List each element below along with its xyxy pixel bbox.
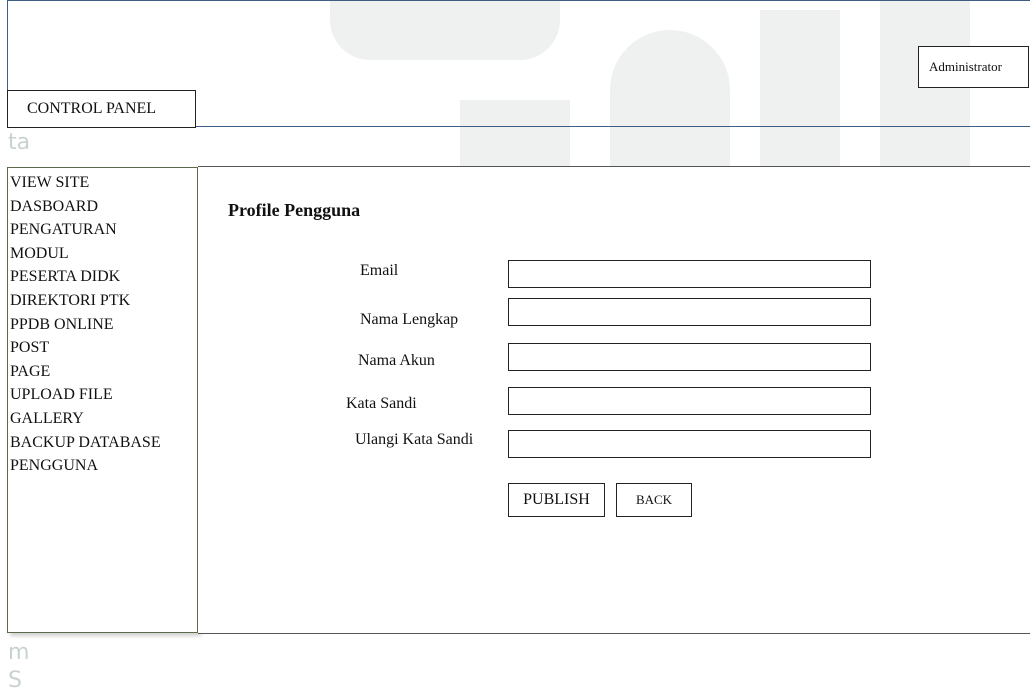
sidebar-item-gallery[interactable]: GALLERY (8, 407, 197, 431)
email-label: Email (360, 262, 399, 279)
username-label: Nama Akun (358, 352, 435, 369)
email-field[interactable] (508, 260, 871, 288)
main-content: Profile Pengguna Email Nama Lengkap Nama… (198, 166, 1030, 634)
back-button[interactable]: BACK (616, 483, 692, 517)
user-label: Administrator (929, 59, 1002, 74)
page-title: Profile Pengguna (228, 200, 361, 220)
repeat-password-label: Ulangi Kata Sandi (355, 431, 474, 448)
repeat-password-field[interactable] (508, 430, 871, 458)
sidebar-nav: VIEW SITE DASBOARD PENGATURAN MODUL PESE… (7, 167, 198, 633)
sidebar-item-modul[interactable]: MODUL (8, 242, 197, 266)
sidebar-item-dashboard[interactable]: DASBOARD (8, 195, 197, 219)
username-field[interactable] (508, 343, 871, 371)
sidebar-item-post[interactable]: POST (8, 336, 197, 360)
full-name-label: Nama Lengkap (360, 311, 459, 328)
control-panel-label: CONTROL PANEL (27, 100, 157, 117)
sidebar-item-direktori-ptk[interactable]: DIREKTORI PTK (8, 289, 197, 313)
sidebar-item-pengaturan[interactable]: PENGATURAN (8, 218, 197, 242)
control-panel-header: CONTROL PANEL (7, 90, 196, 128)
user-menu-administrator[interactable]: Administrator (918, 46, 1029, 88)
password-field[interactable] (508, 387, 871, 415)
publish-button[interactable]: PUBLISH (508, 483, 605, 517)
sidebar-item-ppdb-online[interactable]: PPDB ONLINE (8, 313, 197, 337)
sidebar-item-backup-database[interactable]: BACKUP DATABASE (8, 431, 197, 455)
full-name-field[interactable] (508, 298, 871, 326)
password-label: Kata Sandi (346, 395, 417, 412)
sidebar-item-upload-file[interactable]: UPLOAD FILE (8, 383, 197, 407)
sidebar-item-page[interactable]: PAGE (8, 360, 197, 384)
sidebar-item-peserta-didik[interactable]: PESERTA DIDK (8, 265, 197, 289)
sidebar-item-view-site[interactable]: VIEW SITE (8, 171, 197, 195)
sidebar-item-pengguna[interactable]: PENGGUNA (8, 454, 197, 478)
